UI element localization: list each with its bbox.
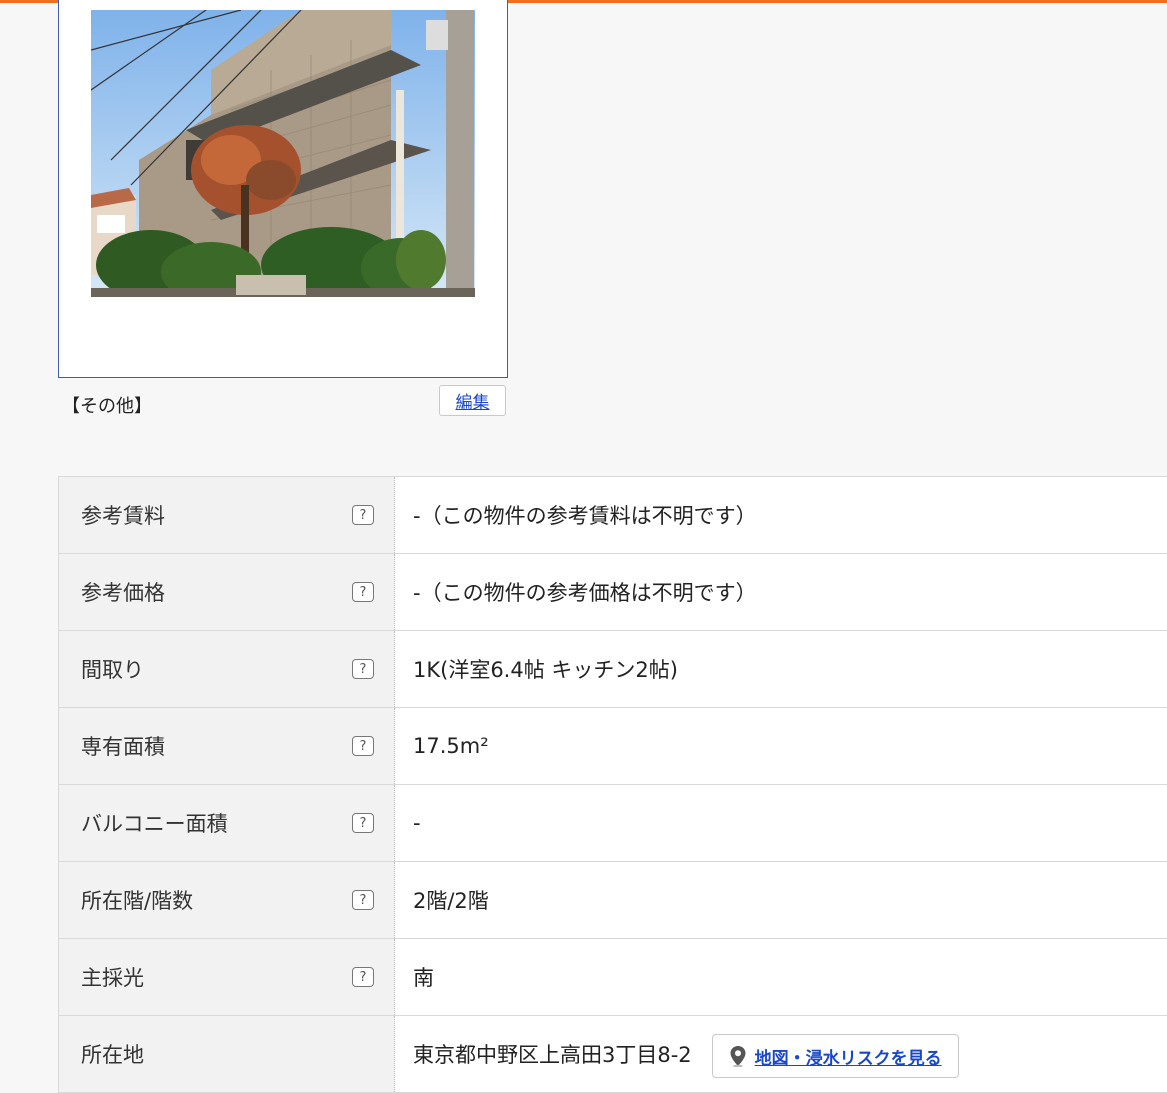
address-text: 東京都中野区上高田3丁目8-2 bbox=[413, 1043, 692, 1067]
spec-value: - bbox=[395, 785, 1167, 861]
spec-row-main-lighting: 主採光 ? 南 bbox=[58, 939, 1167, 1016]
spec-row-floor-plan: 間取り ? 1K(洋室6.4帖 キッチン2帖) bbox=[58, 631, 1167, 708]
spec-row-address: 所在地 東京都中野区上高田3丁目8-2 地図・浸水リスクを見る bbox=[58, 1016, 1167, 1093]
spec-label: 専有面積 bbox=[81, 735, 165, 759]
spec-row-floor-area: 専有面積 ? 17.5m² bbox=[58, 708, 1167, 785]
help-icon[interactable]: ? bbox=[352, 505, 374, 525]
spec-label: 間取り bbox=[81, 658, 144, 682]
spec-label: バルコニー面積 bbox=[81, 812, 228, 836]
spec-value: -（この物件の参考賃料は不明です） bbox=[395, 477, 1167, 553]
spec-row-floor-level: 所在階/階数 ? 2階/2階 bbox=[58, 862, 1167, 939]
property-spec-table: 参考賃料 ? -（この物件の参考賃料は不明です） 参考価格 ? -（この物件の参… bbox=[58, 476, 1167, 1093]
help-icon[interactable]: ? bbox=[352, 736, 374, 756]
spec-value: 17.5m² bbox=[395, 708, 1167, 784]
spec-label: 所在地 bbox=[81, 1043, 144, 1067]
edit-button[interactable]: 編集 bbox=[439, 385, 506, 416]
spec-label: 主採光 bbox=[81, 966, 144, 990]
map-flood-risk-button[interactable]: 地図・浸水リスクを見る bbox=[711, 1034, 959, 1078]
spec-label: 参考価格 bbox=[81, 581, 165, 605]
spec-row-reference-rent: 参考賃料 ? -（この物件の参考賃料は不明です） bbox=[58, 477, 1167, 554]
help-icon[interactable]: ? bbox=[352, 813, 374, 833]
spec-label: 参考賃料 bbox=[81, 504, 165, 528]
property-photo[interactable] bbox=[91, 10, 475, 297]
spec-value: 南 bbox=[395, 939, 1167, 1015]
spec-value: 1K(洋室6.4帖 キッチン2帖) bbox=[395, 631, 1167, 707]
spec-row-balcony-area: バルコニー面積 ? - bbox=[58, 785, 1167, 862]
help-icon[interactable]: ? bbox=[352, 659, 374, 679]
help-icon[interactable]: ? bbox=[352, 582, 374, 602]
photo-card bbox=[58, 0, 508, 378]
map-pin-icon bbox=[730, 1046, 746, 1067]
help-icon[interactable]: ? bbox=[352, 967, 374, 987]
spec-value: 2階/2階 bbox=[395, 862, 1167, 938]
spec-label: 所在階/階数 bbox=[81, 889, 194, 913]
photo-caption: 【その他】 bbox=[62, 396, 152, 417]
spec-value: -（この物件の参考価格は不明です） bbox=[395, 554, 1167, 630]
map-flood-risk-link[interactable]: 地図・浸水リスクを見る bbox=[755, 1044, 942, 1069]
help-icon[interactable]: ? bbox=[352, 890, 374, 910]
spec-row-reference-price: 参考価格 ? -（この物件の参考価格は不明です） bbox=[58, 554, 1167, 631]
